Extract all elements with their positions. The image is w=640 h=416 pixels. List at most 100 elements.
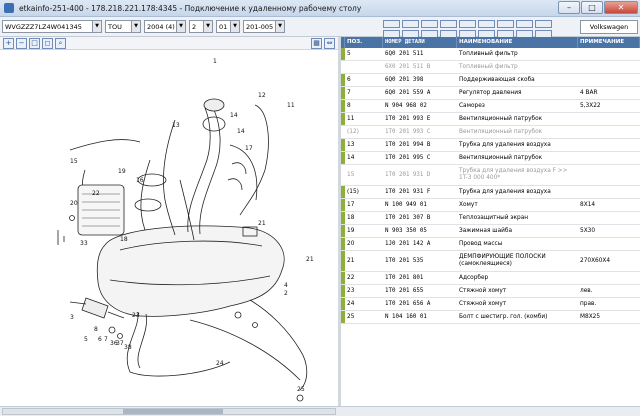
forward-icon[interactable] [402,20,419,28]
row-name: Трубка для удаления воздуха [459,142,551,148]
search-icon[interactable] [478,20,495,28]
info-icon[interactable] [459,20,476,28]
main-group-combo[interactable]: 2 ▼ [189,20,213,33]
vin-combo[interactable]: WVGZZZ7LZ4W041345 ▼ [2,20,102,33]
chevron-down-icon[interactable]: ▼ [176,21,185,32]
grid-view-icon[interactable]: ▦ [311,38,322,49]
row-name: Стяжной хомут [459,288,507,294]
row-pos: 13 [347,142,355,148]
illustration-combo[interactable]: 201-005 ▼ [243,20,285,33]
table-row[interactable]: 7 6Q0 201 559 A Регулятор давления 4 BAR [341,87,640,100]
horizontal-scrollbar[interactable] [2,408,336,415]
minimize-button[interactable]: – [558,1,580,14]
back-icon[interactable] [383,20,400,28]
row-note: 5,3X22 [580,103,601,109]
header-pos[interactable]: ПОЗ. [345,37,383,48]
chevron-down-icon[interactable]: ▼ [92,21,101,32]
header-name[interactable]: НАИМЕНОВАНИЕ [457,37,578,48]
window-title-bar: etkainfo-251-400 - 178.218.221.178:4345 … [0,0,640,17]
chevron-down-icon[interactable]: ▼ [131,21,140,32]
table-row[interactable]: 19 N 903 350 05 Зажимная шайба 5X30 [341,225,640,238]
basket-icon[interactable] [440,20,457,28]
brand-selector[interactable]: Volkswagen [580,20,638,34]
table-row[interactable]: 13 1T0 201 994 B Трубка для удаления возду… [341,139,640,152]
row-part-number: N 903 350 05 [385,228,427,234]
table-row[interactable]: 11 1T0 201 993 E Вентиляционный патрубок [341,113,640,126]
zoom-area-icon[interactable]: ◻ [42,37,53,49]
table-row[interactable]: 6X0 201 511 B Топливный фильтр [341,61,640,74]
app-icon [4,3,14,13]
table-body: 5 6Q0 201 511 Топливный фильтр 6X0 201 511 … [341,48,640,324]
row-name: Топливный фильтр [459,64,518,70]
year-combo[interactable]: 2004 (4) ▼ [144,20,186,33]
row-note [578,186,640,198]
table-row[interactable]: 14 1T0 201 995 C Вентиляционный патрубок [341,152,640,165]
table-row[interactable]: 24 1T0 201 656 A Стяжной хомут прав. [341,298,640,311]
zoom-fit-icon[interactable]: □ [29,37,40,49]
row-note [578,165,640,185]
main-group-value: 2 [192,22,197,31]
vin-value: WVGZZZ7LZ4W041345 [5,22,82,31]
print-icon[interactable] [421,20,438,28]
table-row[interactable]: 5 6Q0 201 511 Топливный фильтр [341,48,640,61]
chevron-down-icon[interactable]: ▼ [275,21,284,32]
row-pos: 20 [347,241,355,247]
row-name: Вентиляционный патрубок [459,129,543,135]
header-note[interactable]: ПРИМЕЧАНИЕ [578,37,640,48]
zoom-out-icon[interactable]: − [16,37,27,49]
close-button[interactable]: ✕ [604,1,638,14]
table-toolbar [383,20,552,38]
table-row[interactable]: 25 N 104 160 01 Болт с шестигр. гол. (комб… [341,311,640,324]
row-part-number: 6X0 201 511 B [385,64,431,70]
row-pos: 22 [347,275,355,281]
row-name: Саморез [459,103,485,109]
model-combo[interactable]: TOU ▼ [105,20,141,33]
row-part-number: 1T0 201 801 [385,275,424,281]
zoom-in-icon[interactable]: + [3,37,14,49]
table-row[interactable]: 20 1J0 201 142 A Провод массы [341,238,640,251]
table-row[interactable]: (12) 1T0 201 993 C Вентиляционный патрубок [341,126,640,139]
filter-icon[interactable] [497,20,514,28]
row-pos: 21 [347,258,355,264]
search-icon[interactable]: ⌕ [55,37,66,49]
table-row[interactable]: 6 6Q0 201 398 Поддерживающая скоба [341,74,640,87]
table-row[interactable]: 17 N 100 949 01 Хомут 8X14 [341,199,640,212]
table-row[interactable]: 23 1T0 201 655 Стяжной хомут лев. [341,285,640,298]
row-part-number: 1T0 201 655 [385,288,424,294]
row-name: Стяжной хомут [459,301,507,307]
row-part-number: N 904 968 02 [385,103,427,109]
row-part-number: 6Q0 201 511 [385,51,424,57]
diagram-toolbar: + − □ ◻ ⌕ ▦ ⇔ [0,37,338,50]
parts-diagram[interactable]: 1 11 12 13 14 14 15 16 17 18 19 20 21 22… [0,50,338,406]
row-note: 5X30 [580,228,596,234]
expand-icon[interactable]: ⇔ [324,38,335,49]
chevron-down-icon[interactable]: ▼ [230,21,239,32]
table-row[interactable]: 22 1T0 201 801 Адсорбер [341,272,640,285]
sub-group-value: 01 [219,22,228,31]
sub-group-combo[interactable]: 01 ▼ [216,20,240,33]
table-row[interactable]: 15 1T0 201 931 D Трубка для удаления возду… [341,165,640,186]
row-name: Вентиляционный патрубок [459,116,543,122]
table-header: ПОЗ. НОМЕР ДЕТАЛИ НАИМЕНОВАНИЕ ПРИМЕЧАНИ… [341,37,640,48]
parts-table: ПОЗ. НОМЕР ДЕТАЛИ НАИМЕНОВАНИЕ ПРИМЕЧАНИ… [341,37,640,406]
row-pos: (12) [347,129,359,135]
table-row[interactable]: 18 1T0 201 307 B Теплозащитный экран [341,212,640,225]
row-pos: 24 [347,301,355,307]
help-icon[interactable] [535,20,552,28]
maximize-button[interactable]: □ [581,1,603,14]
row-part-number: 6Q0 201 559 A [385,90,431,96]
row-pos: 19 [347,228,355,234]
scroll-thumb[interactable] [123,409,223,414]
row-pos: 23 [347,288,355,294]
year-value: 2004 (4) [147,22,175,31]
header-num[interactable]: НОМЕР ДЕТАЛИ [383,37,457,48]
table-row[interactable]: (15) 1T0 201 931 F Трубка для удаления воз… [341,186,640,199]
export-icon[interactable] [516,20,533,28]
row-pos: 7 [347,90,351,96]
row-part-number: 1T0 201 931 F [385,189,431,195]
row-part-number: N 104 160 01 [385,314,427,320]
row-name: Провод массы [459,241,503,247]
chevron-down-icon[interactable]: ▼ [203,21,212,32]
table-row[interactable]: 8 N 904 968 02 Саморез 5,3X22 [341,100,640,113]
table-row[interactable]: 21 1T0 201 535 ДЕМПФИРУЮЩИЕ ПОЛОСКИ (самок… [341,251,640,272]
